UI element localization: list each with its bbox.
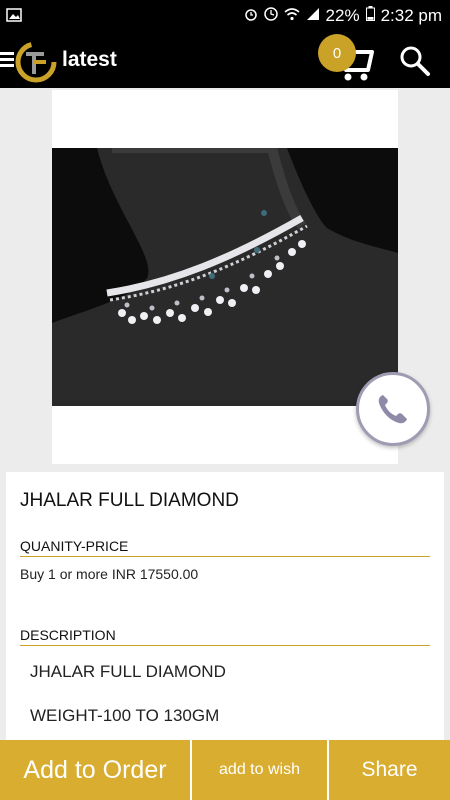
- bottom-action-bar: Add to Order add to wish Share: [0, 740, 450, 800]
- menu-icon[interactable]: [0, 52, 14, 68]
- battery-percent: 22%: [325, 6, 360, 25]
- price-section-header: QUANITY-PRICE: [20, 538, 430, 557]
- signal-icon: [306, 6, 320, 26]
- status-time: 2:32 pm: [380, 6, 442, 25]
- clock-icon: [263, 6, 278, 26]
- product-detail-card: JHALAR FULL DIAMOND QUANITY-PRICE Buy 1 …: [6, 472, 444, 762]
- cart-count-badge: 0: [318, 34, 356, 72]
- price-text: Buy 1 or more INR 17550.00: [20, 566, 199, 582]
- description-line: WEIGHT-100 TO 130GM: [30, 706, 220, 725]
- gallery-notification-icon: [6, 8, 22, 27]
- phone-icon: [378, 395, 407, 424]
- wifi-icon: [284, 6, 300, 26]
- product-title: JHALAR FULL DIAMOND: [20, 490, 239, 511]
- app-title: latest: [62, 48, 117, 71]
- description-section-header: DESCRIPTION: [20, 627, 430, 646]
- add-to-wish-button[interactable]: add to wish: [192, 740, 329, 800]
- app-bar: latest 0: [0, 34, 450, 88]
- status-bar: 22% 2:32 pm: [0, 0, 450, 34]
- product-image[interactable]: [52, 148, 398, 406]
- brand-logo[interactable]: [14, 40, 58, 84]
- alarm-icon: [244, 6, 258, 26]
- add-to-order-button[interactable]: Add to Order: [0, 740, 192, 800]
- search-icon: [400, 46, 430, 76]
- call-button[interactable]: [356, 372, 430, 446]
- share-button[interactable]: Share: [329, 740, 450, 800]
- search-button[interactable]: [398, 44, 432, 78]
- battery-icon: [365, 6, 375, 26]
- description-line: JHALAR FULL DIAMOND: [30, 662, 226, 681]
- product-image-card: [52, 90, 398, 464]
